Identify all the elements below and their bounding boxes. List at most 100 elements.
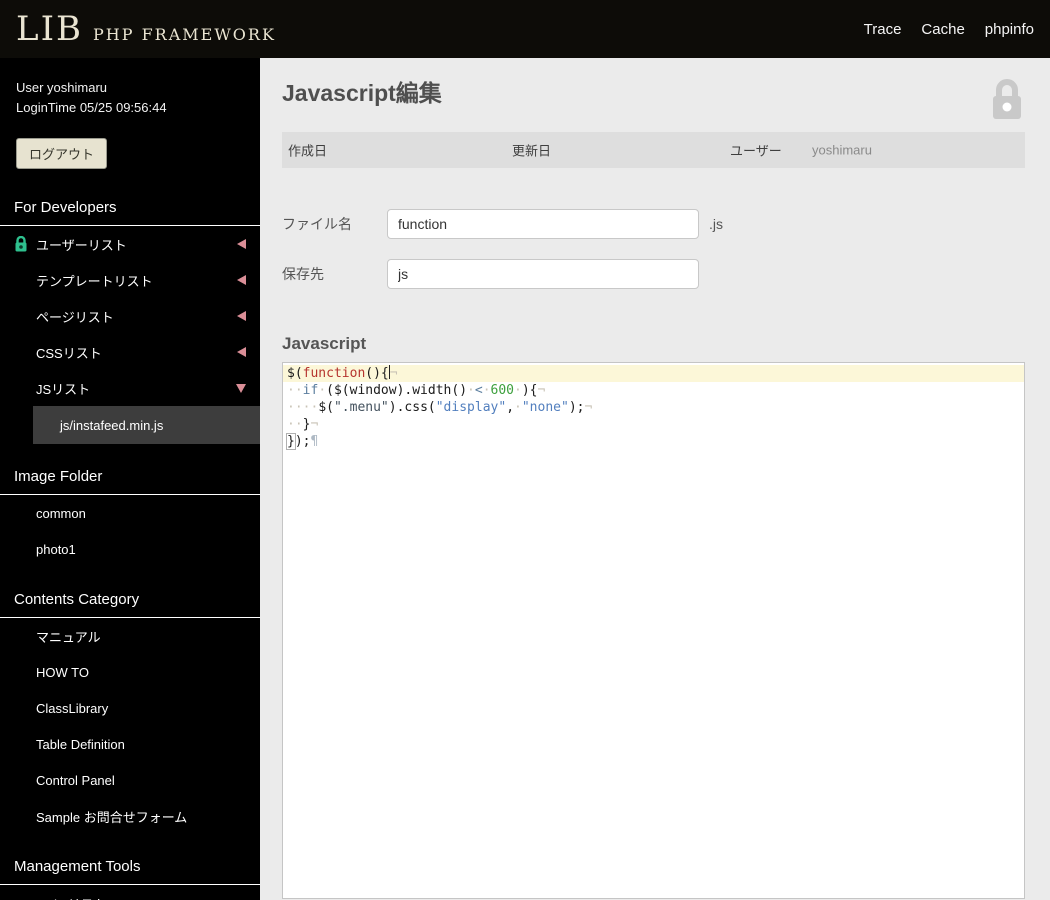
code-token: < xyxy=(474,383,483,398)
sidebar-item-label: テンプレートリスト xyxy=(36,273,153,289)
sidebar-item[interactable]: JSリスト xyxy=(0,370,260,406)
sidebar-item-label: Sample お問合せフォーム xyxy=(36,809,188,825)
sidebar-item-label: photo1 xyxy=(36,541,76,557)
user-value: yoshimaru xyxy=(812,142,872,158)
filename-label: ファイル名 xyxy=(282,216,352,232)
editor-heading: Javascript xyxy=(282,334,367,353)
code-token: ···· xyxy=(287,400,319,415)
sidebar-item-label: Todo リスト xyxy=(36,894,107,900)
code-token: ¬ xyxy=(537,383,546,398)
sidebar-item-label: HOW TO xyxy=(36,664,89,680)
sidebar-section-title: Image Folder xyxy=(0,460,260,495)
sidebar-item-label: Control Panel xyxy=(36,772,115,788)
sidebar-section: For Developers ユーザーリストテンプレートリスト ページリスト CSSリ… xyxy=(0,191,260,444)
chevron-left-icon xyxy=(237,347,246,357)
updated-date-label: 更新日 xyxy=(512,143,552,159)
created-date-label: 作成日 xyxy=(288,143,328,159)
code-token: · xyxy=(514,400,522,415)
code-token: · xyxy=(467,383,475,398)
code-line: $(function(){¬ xyxy=(283,365,1024,382)
code-token: "display" xyxy=(435,400,507,415)
code-token: · xyxy=(514,383,522,398)
sidebar: User yoshimaru LoginTime 05/25 09:56:44 … xyxy=(0,58,260,900)
main-content: Javascript編集 作成日 更新日 ユーザー yoshimaru ファイル… xyxy=(260,58,1050,900)
logout-button[interactable]: ログアウト xyxy=(16,138,108,169)
code-token: , xyxy=(506,400,515,415)
code-token: ".menu" xyxy=(333,400,389,415)
sidebar-item[interactable]: photo1 xyxy=(0,531,260,567)
sidebar-item-label: ユーザーリスト xyxy=(36,237,127,253)
logo-sub-text: PHP FRAMEWORK xyxy=(93,25,276,44)
sidebar-item-label: ClassLibrary xyxy=(36,700,109,716)
sidebar-section: Management Tools Todo リスト xyxy=(0,850,260,900)
user-name-text: User yoshimaru xyxy=(16,80,108,95)
code-token: ·· xyxy=(287,383,303,398)
sidebar-item[interactable]: マニュアル xyxy=(0,618,260,654)
code-token: } xyxy=(286,433,296,450)
top-link-cache[interactable]: Cache xyxy=(921,21,964,38)
sidebar-item[interactable]: Todo リスト xyxy=(0,885,260,900)
top-bar: LIB PHP FRAMEWORK Trace Cache phpinfo xyxy=(0,0,1050,58)
code-token: ¬ xyxy=(389,366,398,381)
sidebar-nav: For Developers ユーザーリストテンプレートリスト ページリスト CSSリ… xyxy=(0,191,260,900)
filename-input[interactable] xyxy=(387,209,699,239)
sidebar-section-title: Contents Category xyxy=(0,583,260,618)
meta-bar: 作成日 更新日 ユーザー yoshimaru xyxy=(282,132,1025,168)
sidebar-item[interactable]: ユーザーリスト xyxy=(0,226,260,262)
code-line: ··if·($(window).width()·<·600·){¬ xyxy=(283,382,1024,399)
chevron-left-icon xyxy=(237,239,246,249)
sidebar-item[interactable]: ページリスト xyxy=(0,298,260,334)
sidebar-item[interactable]: HOW TO xyxy=(0,654,260,690)
code-token: $( xyxy=(318,400,334,415)
main-header: Javascript編集 xyxy=(282,78,1025,120)
code-token: $( xyxy=(287,366,303,381)
logo-main-text: LIB xyxy=(16,9,83,49)
sidebar-section-title: For Developers xyxy=(0,191,260,226)
code-token: ){ xyxy=(521,383,538,398)
sidebar-item-label: JSリスト xyxy=(36,381,91,397)
code-token: ); xyxy=(568,400,585,415)
lock-icon xyxy=(13,235,29,252)
code-token: "none" xyxy=(521,400,569,415)
code-token: ¶ xyxy=(310,434,319,449)
sidebar-item-label: Table Definition xyxy=(36,736,125,752)
code-line: ····$(".menu").css("display",·"none");¬ xyxy=(283,399,1024,416)
sidebar-item[interactable]: common xyxy=(0,495,260,531)
sidebar-section: Image Folder common photo1 xyxy=(0,460,260,567)
app-logo[interactable]: LIB PHP FRAMEWORK xyxy=(16,9,276,49)
code-token: ); xyxy=(294,434,311,449)
login-time-text: LoginTime 05/25 09:56:44 xyxy=(16,100,167,115)
top-link-phpinfo[interactable]: phpinfo xyxy=(985,21,1034,38)
code-token: ).css( xyxy=(388,400,436,415)
sidebar-item[interactable]: Control Panel xyxy=(0,762,260,798)
sidebar-item-label: common xyxy=(36,505,86,521)
chevron-left-icon xyxy=(237,311,246,321)
code-line: });¶ xyxy=(283,433,1024,450)
chevron-left-icon xyxy=(237,275,246,285)
sidebar-item[interactable]: CSSリスト xyxy=(0,334,260,370)
sidebar-item-label: ページリスト xyxy=(36,309,114,325)
user-info: User yoshimaru LoginTime 05/25 09:56:44 xyxy=(0,58,260,118)
page-title: Javascript編集 xyxy=(282,80,442,106)
save-path-row: 保存先 xyxy=(282,258,1025,290)
user-label: ユーザー xyxy=(730,143,782,159)
sidebar-item[interactable]: js/instafeed.min.js xyxy=(33,406,260,444)
code-editor[interactable]: $(function(){¬ ··if·($(window).width()·<·… xyxy=(282,362,1025,899)
code-token: ($(window).width() xyxy=(326,383,468,398)
sidebar-item[interactable]: テンプレートリスト xyxy=(0,262,260,298)
code-token: ·· xyxy=(287,417,303,432)
top-nav: Trace Cache phpinfo xyxy=(864,21,1034,38)
code-token: if xyxy=(302,383,319,398)
code-token: · xyxy=(318,383,327,398)
code-token: function xyxy=(302,366,366,381)
code-token: ¬ xyxy=(310,417,319,432)
sidebar-item[interactable]: ClassLibrary xyxy=(0,690,260,726)
app-screen: LIB PHP FRAMEWORK Trace Cache phpinfo User… xyxy=(0,0,1050,900)
filename-suffix: .js xyxy=(709,216,723,232)
top-link-trace[interactable]: Trace xyxy=(864,21,902,38)
sidebar-item-label: CSSリスト xyxy=(36,345,102,361)
save-path-input[interactable] xyxy=(387,259,699,289)
chevron-down-icon xyxy=(236,383,246,393)
sidebar-item[interactable]: Sample お問合せフォーム xyxy=(0,798,260,834)
sidebar-item[interactable]: Table Definition xyxy=(0,726,260,762)
